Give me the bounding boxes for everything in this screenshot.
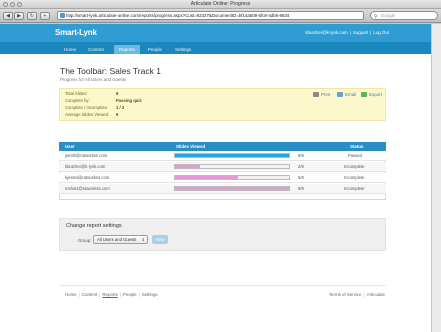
row-user: mshutz@ratworkss.com	[65, 186, 110, 191]
row-viewed: 2/9	[298, 164, 304, 169]
page-title: The Toolbar: Sales Track 1	[60, 66, 161, 76]
export-label: Export	[369, 92, 383, 97]
footer-link-people[interactable]: People	[123, 292, 137, 297]
email-button[interactable]: Email	[337, 92, 356, 97]
progress-fill	[175, 187, 289, 190]
column-header-slides[interactable]: Slides Viewed	[176, 144, 205, 149]
forward-arrow-icon[interactable]: ▶	[14, 12, 24, 20]
group-label: Group:	[78, 238, 92, 243]
window-titlebar: Articulate Online: Progress	[0, 0, 441, 9]
row-viewed: 9/9	[298, 186, 304, 191]
print-button[interactable]: Print	[313, 92, 330, 97]
slides-progress-bar	[174, 164, 290, 169]
printer-icon	[313, 92, 319, 97]
minimize-window-icon[interactable]	[10, 2, 15, 7]
progress-fill	[175, 165, 201, 168]
row-status: Incomplete	[344, 175, 365, 180]
summary-value: 6	[116, 112, 119, 117]
row-viewed: 9/9	[298, 153, 304, 158]
page-subtitle: Progress for All Users and Guests	[60, 77, 127, 82]
add-bookmark-icon[interactable]: +	[40, 12, 50, 20]
row-status: Incomplete	[344, 164, 365, 169]
table-header	[59, 142, 386, 151]
group-select[interactable]: All Users and Guests ⇕	[93, 235, 148, 244]
row-user: kjestes@ratworkss.com	[65, 175, 110, 180]
print-label: Print	[321, 92, 331, 97]
group-select-value: All Users and Guests	[97, 237, 137, 242]
footer-link-home[interactable]: Home	[65, 292, 77, 297]
summary-label: Average Slides Viewed:	[65, 112, 110, 117]
summary-value: 1 / 3	[116, 105, 125, 110]
settings-title: Change report settings	[66, 223, 122, 229]
search-placeholder: Google	[381, 13, 396, 18]
search-icon: ⚲	[374, 14, 378, 20]
site-logo[interactable]: Smart-Lynk	[55, 28, 97, 37]
summary-label: Total Slides:	[65, 91, 88, 96]
close-window-icon[interactable]	[3, 2, 8, 7]
support-link[interactable]: Support	[353, 30, 368, 35]
account-links: kbutcher@k-lynk.com | Support | Log Out	[305, 30, 389, 35]
tab-content[interactable]: Content	[83, 45, 109, 54]
terms-link[interactable]: Terms of Service	[329, 292, 362, 297]
export-button[interactable]: Export	[361, 92, 382, 97]
row-user: kbutcher@k-lynk.com	[65, 164, 106, 169]
browser-toolbar: ◀ ▶ ↻ + http://smart-lynk.articulate-onl…	[0, 9, 441, 23]
row-user: jsmith@ratworkss.com	[65, 153, 108, 158]
summary-label: Complete / Incomplete:	[65, 105, 109, 110]
url-text: http://smart-lynk.articulate-online.com/…	[66, 13, 290, 18]
footer-divider	[59, 285, 386, 286]
footer-link-settings[interactable]: Settings	[142, 292, 158, 297]
export-icon	[361, 92, 367, 97]
tab-reports[interactable]: Reports	[114, 45, 140, 54]
search-field[interactable]: ⚲ Google	[370, 11, 438, 20]
footer-link-content[interactable]: Content	[82, 292, 97, 297]
tab-settings[interactable]: Settings	[170, 45, 196, 54]
summary-value: 9	[116, 91, 119, 96]
chevron-updown-icon: ⇕	[141, 237, 145, 242]
summary-value: Passing quiz	[116, 98, 142, 103]
articulate-link[interactable]: Articulate	[367, 292, 385, 297]
column-header-status[interactable]: Status	[350, 144, 363, 149]
row-status: Passed	[348, 153, 362, 158]
row-viewed: 5/9	[298, 175, 304, 180]
zoom-window-icon[interactable]	[17, 2, 22, 7]
progress-fill	[175, 154, 289, 157]
tab-people[interactable]: People	[143, 45, 167, 54]
row-status: Incomplete	[344, 186, 365, 191]
reload-icon[interactable]: ↻	[27, 12, 37, 20]
logout-link[interactable]: Log Out	[373, 30, 389, 35]
view-button[interactable]: View	[152, 235, 168, 244]
footer-right-links: Terms of Service | Articulate	[328, 292, 385, 297]
account-email: kbutcher@k-lynk.com	[305, 30, 348, 35]
column-header-user[interactable]: User	[65, 144, 75, 149]
email-label: Email	[345, 92, 357, 97]
window-title: Articulate Online: Progress	[190, 1, 251, 7]
address-bar[interactable]: http://smart-lynk.articulate-online.com/…	[57, 11, 364, 20]
progress-fill	[175, 176, 239, 179]
tab-home[interactable]: Home	[59, 45, 81, 54]
slides-progress-bar	[174, 175, 290, 180]
site-favicon-icon	[60, 13, 65, 18]
slides-progress-bar	[174, 186, 290, 191]
footer-links: Home | Content | Reports | People | Settings	[65, 292, 158, 297]
back-arrow-icon[interactable]: ◀	[3, 12, 13, 20]
summary-label: Complete by:	[65, 98, 90, 103]
footer-link-reports[interactable]: Reports	[102, 292, 117, 297]
envelope-icon	[337, 92, 343, 97]
slides-progress-bar	[174, 153, 290, 158]
page-scrollbar[interactable]	[431, 24, 441, 332]
